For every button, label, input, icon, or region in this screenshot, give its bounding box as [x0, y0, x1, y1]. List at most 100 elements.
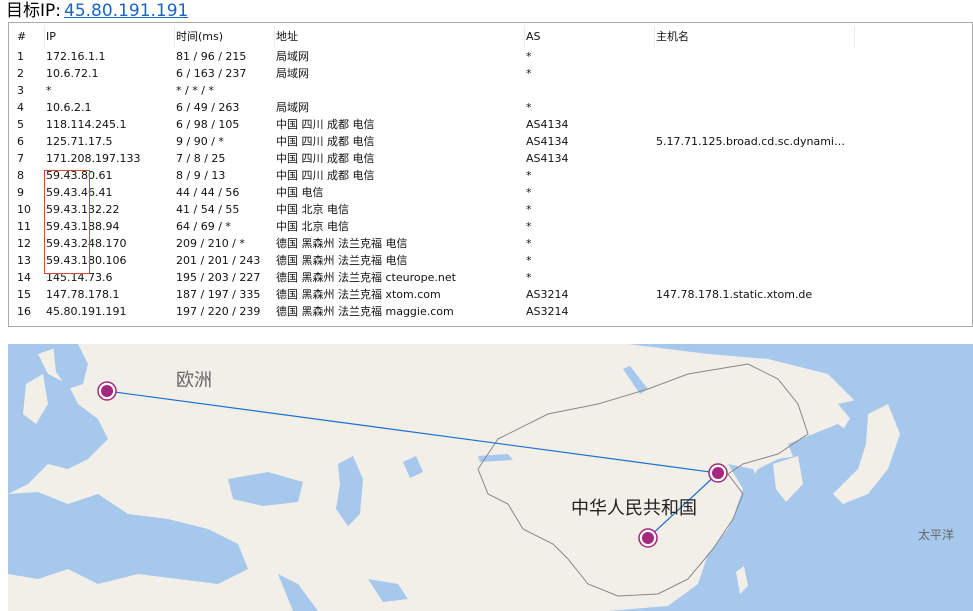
- table-row[interactable]: 6 125.71.17.5 9 / 90 / * 中国 四川 成都 电信 AS4134 5…: [9, 133, 972, 150]
- as-cell: AS4134: [526, 152, 569, 165]
- table-row[interactable]: 9 59.43.46.41 44 / 44 / 56 中国 电信 *: [9, 184, 972, 201]
- table-row[interactable]: 14 145.14.73.6 195 / 203 / 227 德国 黑森州 法兰克福 …: [9, 269, 972, 286]
- column-header-ip[interactable]: IP: [46, 26, 175, 47]
- time-cell: 201 / 201 / 243: [176, 254, 261, 267]
- table-row[interactable]: 2 10.6.72.1 6 / 163 / 237 局域网 *: [9, 65, 972, 82]
- hostname-cell: [656, 269, 851, 286]
- hostname-cell: [656, 65, 851, 82]
- time-cell: 8 / 9 / 13: [176, 169, 226, 182]
- address-cell: 中国 四川 成都 电信: [276, 135, 375, 148]
- address-cell: 局域网: [276, 67, 309, 80]
- hop-marker-dot: [642, 532, 654, 544]
- hop-cell: 12: [17, 237, 31, 250]
- hop-cell: 10: [17, 203, 31, 216]
- hop-cell: 16: [17, 305, 31, 318]
- time-cell: 209 / 210 / *: [176, 237, 245, 250]
- time-cell: 9 / 90 / *: [176, 135, 224, 148]
- table-row[interactable]: 5 118.114.245.1 6 / 98 / 105 中国 四川 成都 电信 AS4…: [9, 116, 972, 133]
- map-canvas: 欧洲 中华人民共和国 太平洋: [8, 344, 973, 611]
- hop-cell: 7: [17, 152, 24, 165]
- column-header-as[interactable]: AS: [526, 26, 655, 47]
- time-cell: 187 / 197 / 335: [176, 288, 261, 301]
- table-row[interactable]: 13 59.43.180.106 201 / 201 / 243 德国 黑森州 法兰克…: [9, 252, 972, 269]
- address-cell: 德国 黑森州 法兰克福 电信: [276, 237, 408, 250]
- time-cell: 41 / 54 / 55: [176, 203, 240, 216]
- address-cell: 中国 四川 成都 电信: [276, 169, 375, 182]
- map-label-china: 中华人民共和国: [571, 498, 697, 519]
- map-label-pacific: 太平洋: [918, 527, 954, 542]
- table-row[interactable]: 3 * * / * / *: [9, 82, 972, 99]
- hostname-cell: [656, 167, 851, 184]
- address-cell: 德国 黑森州 法兰克福 cteurope.net: [276, 271, 456, 284]
- hop-cell: 5: [17, 118, 24, 131]
- ip-cell: 118.114.245.1: [46, 118, 127, 131]
- time-cell: 6 / 49 / 263: [176, 101, 240, 114]
- time-cell: 6 / 98 / 105: [176, 118, 240, 131]
- ip-cell: 59.43.80.61: [46, 169, 113, 182]
- hop-marker-dot: [101, 385, 113, 397]
- target-ip-link[interactable]: 45.80.191.191: [64, 1, 188, 21]
- as-cell: AS3214: [526, 305, 569, 318]
- as-cell: *: [526, 169, 532, 182]
- as-cell: *: [526, 186, 532, 199]
- address-cell: 中国 北京 电信: [276, 203, 349, 216]
- table-row[interactable]: 8 59.43.80.61 8 / 9 / 13 中国 四川 成都 电信 *: [9, 167, 972, 184]
- hostname-cell: [656, 184, 851, 201]
- column-header-hostname[interactable]: 主机名: [656, 26, 855, 47]
- table-row[interactable]: 11 59.43.188.94 64 / 69 / * 中国 北京 电信 *: [9, 218, 972, 235]
- address-cell: 局域网: [276, 101, 309, 114]
- hop-marker-dot: [712, 467, 724, 479]
- hostname-cell: [656, 48, 851, 65]
- hostname-cell: [656, 303, 851, 320]
- hostname-cell: [656, 99, 851, 116]
- table-row[interactable]: 4 10.6.2.1 6 / 49 / 263 局域网 *: [9, 99, 972, 116]
- ip-cell: 59.43.188.94: [46, 220, 120, 233]
- land-areas: [8, 344, 973, 611]
- time-cell: 81 / 96 / 215: [176, 50, 247, 63]
- table-row[interactable]: 1 172.16.1.1 81 / 96 / 215 局域网 *: [9, 48, 972, 65]
- table-row[interactable]: 12 59.43.248.170 209 / 210 / * 德国 黑森州 法兰克福 …: [9, 235, 972, 252]
- hostname-cell: [656, 150, 851, 167]
- time-cell: * / * / *: [176, 84, 214, 97]
- hop-cell: 15: [17, 288, 31, 301]
- address-cell: 局域网: [276, 50, 309, 63]
- address-cell: [276, 82, 522, 99]
- as-cell: *: [526, 237, 532, 250]
- hop-cell: 2: [17, 67, 24, 80]
- column-header-hop[interactable]: #: [17, 26, 45, 47]
- as-cell: AS3214: [526, 288, 569, 301]
- as-cell: *: [526, 254, 532, 267]
- hostname-cell: [656, 252, 851, 269]
- route-map[interactable]: 欧洲 中华人民共和国 太平洋: [8, 344, 973, 611]
- table-row[interactable]: 16 45.80.191.191 197 / 220 / 239 德国 黑森州 法兰克…: [9, 303, 972, 320]
- ip-cell: 125.71.17.5: [46, 135, 113, 148]
- address-cell: 德国 黑森州 法兰克福 xtom.com: [276, 288, 441, 301]
- hop-cell: 4: [17, 101, 24, 114]
- hop-cell: 8: [17, 169, 24, 182]
- as-cell: [526, 82, 652, 99]
- address-cell: 德国 黑森州 法兰克福 电信: [276, 254, 408, 267]
- hostname-cell: [656, 218, 851, 235]
- column-header-time[interactable]: 时间(ms): [176, 26, 275, 47]
- target-ip-header: 目标IP: 45.80.191.191: [0, 0, 973, 22]
- address-cell: 德国 黑森州 法兰克福 maggie.com: [276, 305, 454, 318]
- table-row[interactable]: 15 147.78.178.1 187 / 197 / 335 德国 黑森州 法兰克福…: [9, 286, 972, 303]
- time-cell: 64 / 69 / *: [176, 220, 231, 233]
- hostname-cell: [656, 235, 851, 252]
- column-header-address[interactable]: 地址: [276, 26, 525, 47]
- target-ip-label: 目标IP:: [6, 1, 61, 21]
- ip-cell: 10.6.2.1: [46, 101, 92, 114]
- address-cell: 中国 四川 成都 电信: [276, 118, 375, 131]
- table-row[interactable]: 10 59.43.132.22 41 / 54 / 55 中国 北京 电信 *: [9, 201, 972, 218]
- as-cell: *: [526, 50, 532, 63]
- hostname-cell: [656, 82, 851, 99]
- hop-cell: 11: [17, 220, 31, 233]
- ip-cell: 59.43.132.22: [46, 203, 120, 216]
- ip-cell: 145.14.73.6: [46, 271, 113, 284]
- time-cell: 6 / 163 / 237: [176, 67, 247, 80]
- ip-cell: 59.43.46.41: [46, 186, 113, 199]
- as-cell: AS4134: [526, 118, 569, 131]
- table-row[interactable]: 7 171.208.197.133 7 / 8 / 25 中国 四川 成都 电信 AS4…: [9, 150, 972, 167]
- as-cell: *: [526, 271, 532, 284]
- time-cell: 195 / 203 / 227: [176, 271, 261, 284]
